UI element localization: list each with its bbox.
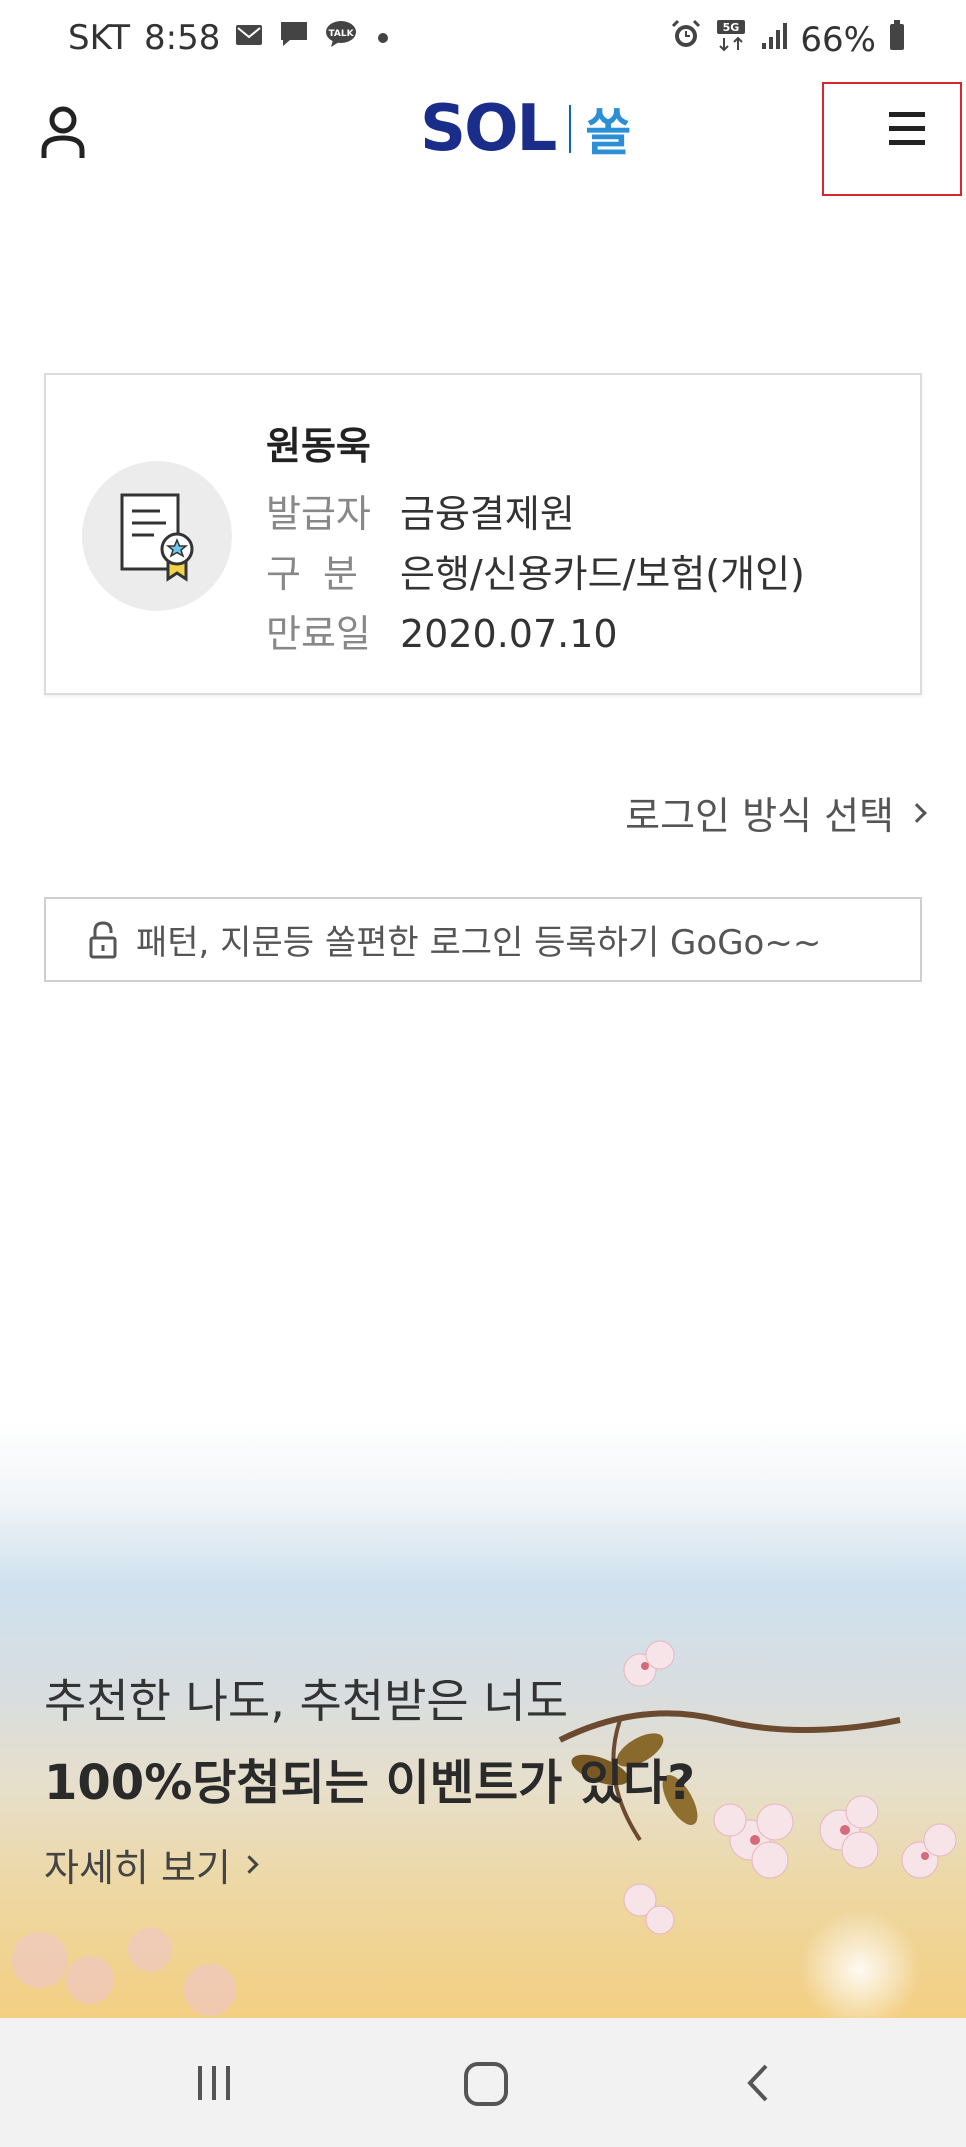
- banner-detail-label: 자세히 보기: [44, 1846, 231, 1890]
- register-easy-login-button[interactable]: 패턴, 지문등 쏠편한 로그인 등록하기 GoGo~~: [44, 897, 922, 982]
- banner-headline-1: 추천한 나도, 추천받은 너도: [44, 1674, 569, 1728]
- issuer-label: 발급자: [266, 492, 371, 536]
- certificate-type-row: 구분 은행/신용카드/보험(개인): [266, 544, 805, 604]
- recent-apps-button[interactable]: [186, 2054, 246, 2114]
- user-button[interactable]: [38, 102, 88, 162]
- event-banner[interactable]: 추천한 나도, 추천받은 너도 100%당첨되는 이벤트가 있다? 자세히 보기: [0, 1420, 966, 2018]
- user-icon: [41, 106, 85, 158]
- svg-text:TALK: TALK: [329, 29, 355, 39]
- chevron-right-icon: [907, 802, 927, 823]
- certificate-expiry-row: 만료일 2020.07.10: [266, 604, 805, 664]
- system-nav-bar: [0, 2018, 966, 2147]
- recent-apps-icon: [198, 2066, 230, 2100]
- certificate-card[interactable]: 원동욱 발급자 금융결제원 구분 은행/신용카드/보험(개인) 만료일 2020…: [44, 373, 922, 695]
- 5g-icon: 5G: [714, 18, 748, 61]
- login-method-select-link[interactable]: 로그인 방식 선택: [625, 785, 927, 840]
- banner-text: 추천한 나도, 추천받은 너도 100%당첨되는 이벤트가 있다? 자세히 보기: [44, 1665, 695, 1892]
- banner-detail-link[interactable]: 자세히 보기: [44, 1837, 695, 1892]
- alarm-icon: [670, 19, 702, 60]
- status-left: SKT 8:58 TALK: [68, 18, 389, 58]
- certificate-icon: [120, 493, 194, 582]
- status-bar: SKT 8:58 TALK 5G 66%: [0, 0, 966, 80]
- home-button[interactable]: [456, 2054, 516, 2114]
- svg-text:5G: 5G: [723, 21, 740, 34]
- register-easy-login-label: 패턴, 지문등 쏠편한 로그인 등록하기 GoGo~~: [136, 923, 822, 963]
- expiry-label: 만료일: [266, 612, 371, 656]
- expiry-value: 2020.07.10: [400, 612, 618, 656]
- certificate-issuer-row: 발급자 금융결제원: [266, 484, 805, 544]
- home-icon: [464, 2062, 508, 2106]
- hamburger-menu-icon: [889, 112, 925, 154]
- back-icon: [747, 2064, 768, 2102]
- back-button[interactable]: [730, 2054, 790, 2114]
- signal-icon: [760, 20, 788, 60]
- battery-percent: 66%: [800, 19, 876, 60]
- mail-icon: [234, 18, 264, 58]
- certificate-info: 원동욱 발급자 금융결제원 구분 은행/신용카드/보험(개인) 만료일 2020…: [266, 415, 805, 664]
- dot-icon: [378, 33, 389, 43]
- app-header: SOL 쏠: [0, 80, 966, 200]
- logo-sol-text: SOL: [420, 92, 557, 166]
- issuer-value: 금융결제원: [400, 492, 575, 536]
- logo-separator: [569, 105, 572, 153]
- login-method-label: 로그인 방식 선택: [625, 794, 894, 838]
- talk-icon: TALK: [324, 18, 358, 58]
- logo-korean-text: 쏠: [585, 104, 632, 162]
- type-value: 은행/신용카드/보험(개인): [400, 552, 805, 596]
- certificate-owner-name: 원동욱: [266, 424, 371, 468]
- carrier-label: SKT: [68, 18, 131, 58]
- menu-button[interactable]: [822, 82, 962, 196]
- certificate-icon-circle: [82, 461, 232, 611]
- battery-icon: [888, 19, 906, 60]
- chat-icon: [278, 18, 310, 58]
- type-label: 구분: [266, 552, 380, 596]
- lock-icon: [89, 920, 117, 958]
- banner-headline-2: 100%당첨되는 이벤트가 있다?: [44, 1755, 696, 1811]
- time-label: 8:58: [144, 18, 221, 58]
- sol-logo: SOL 쏠: [420, 92, 631, 166]
- status-right: 5G 66%: [670, 18, 906, 61]
- chevron-right-icon: [240, 1855, 259, 1874]
